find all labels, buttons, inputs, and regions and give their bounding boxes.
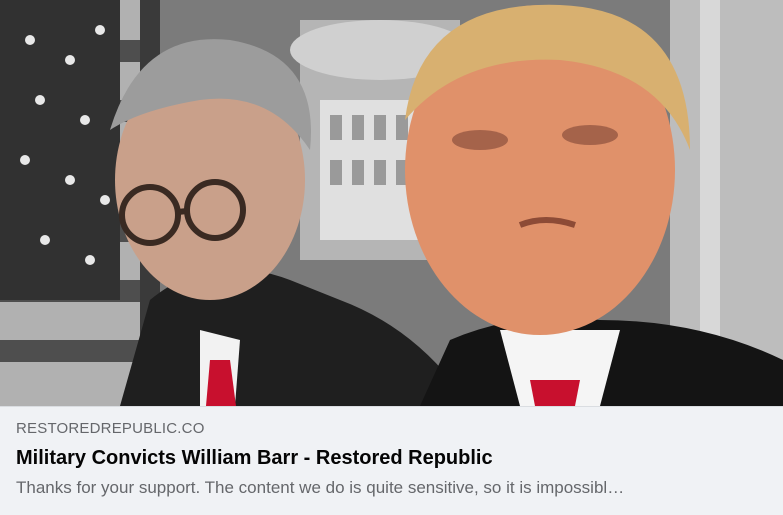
- link-preview-card[interactable]: RESTOREDREPUBLIC.CO Military Convicts Wi…: [0, 0, 783, 515]
- preview-image[interactable]: [0, 0, 783, 406]
- link-preview-meta[interactable]: RESTOREDREPUBLIC.CO Military Convicts Wi…: [0, 406, 783, 515]
- link-description: Thanks for your support. The content we …: [16, 478, 625, 497]
- link-domain: RESTOREDREPUBLIC.CO: [16, 420, 205, 437]
- link-title[interactable]: Military Convicts William Barr - Restore…: [16, 445, 767, 471]
